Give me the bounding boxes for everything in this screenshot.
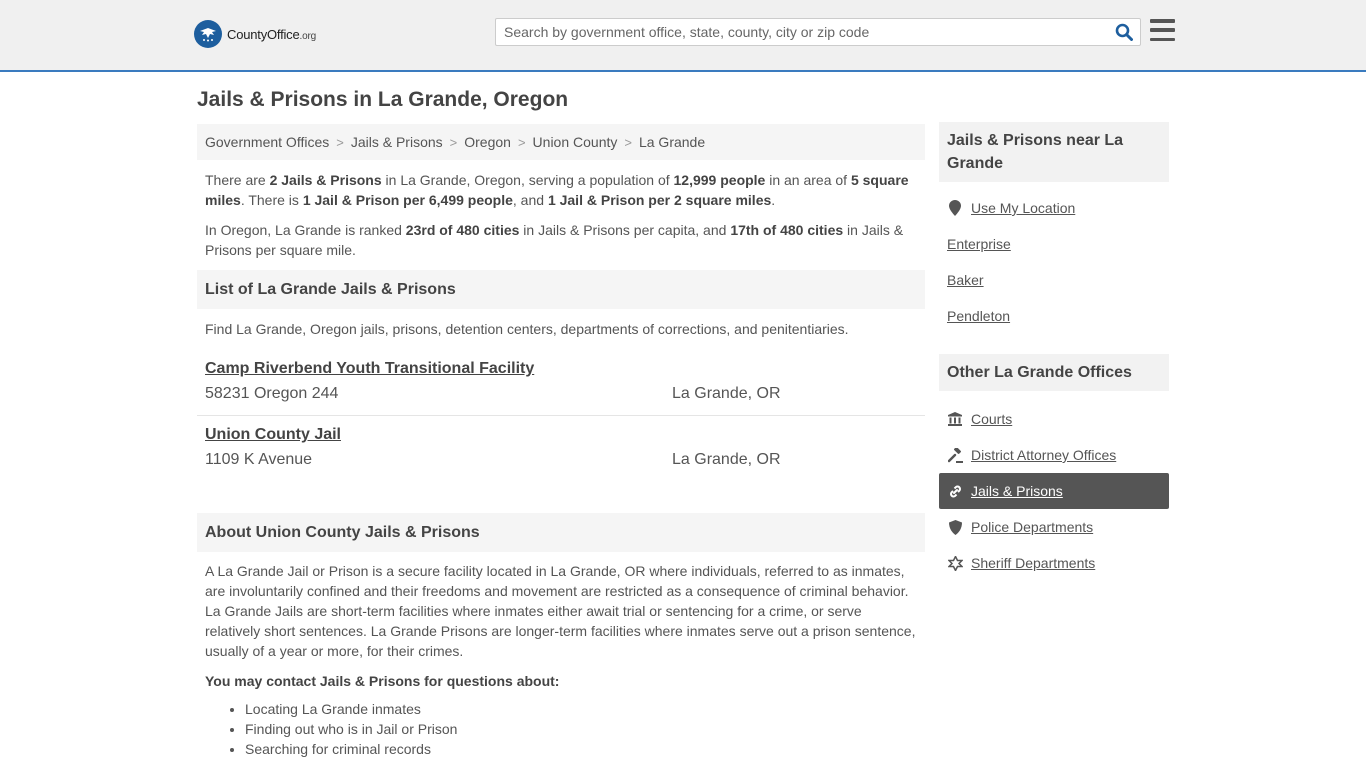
other-offices-list: Courts District Attorney Offices Jails & P…	[939, 401, 1169, 581]
facility-name-link[interactable]: Union County Jail	[205, 426, 341, 444]
shield-icon	[947, 519, 963, 535]
search-icon[interactable]	[1108, 19, 1140, 45]
link-icon	[947, 484, 963, 499]
office-link-sheriff-departments[interactable]: Sheriff Departments	[939, 545, 1169, 581]
sidebar-nearby-title: Jails & Prisons near La Grande	[939, 122, 1169, 182]
gavel-icon	[947, 447, 963, 463]
nearby-city-label: Baker	[947, 272, 984, 288]
breadcrumb-link[interactable]: Oregon	[464, 134, 511, 150]
office-link-label: Courts	[971, 411, 1013, 427]
breadcrumb-link[interactable]: Union County	[533, 134, 618, 150]
page-title: Jails & Prisons in La Grande, Oregon	[197, 88, 569, 111]
office-link-label: District Attorney Offices	[971, 447, 1117, 463]
site-header: CountyOffice.org	[0, 0, 1366, 72]
facility-name-link[interactable]: Camp Riverbend Youth Transitional Facili…	[205, 360, 534, 378]
intro-text-segment: , and	[512, 192, 548, 208]
office-link-label: Police Departments	[971, 519, 1094, 535]
nearby-city-label: Enterprise	[947, 236, 1011, 252]
stat-highlight: 17th of 480 cities	[730, 222, 844, 238]
about-section-title: About Union County Jails & Prisons	[197, 513, 925, 552]
breadcrumb-separator: >	[517, 134, 526, 150]
breadcrumb-separator: >	[624, 134, 632, 150]
contact-topic-item: Searching for criminal records	[245, 739, 925, 759]
facility-list-item: Union County Jail 1109 K Avenue La Grande,…	[197, 415, 925, 480]
intro-paragraph-ranking: In Oregon, La Grande is ranked 23rd of 4…	[205, 220, 917, 260]
facility-list: Camp Riverbend Youth Transitional Facili…	[197, 350, 925, 480]
list-section-title: List of La Grande Jails & Prisons	[197, 270, 925, 309]
office-link-police-departments[interactable]: Police Departments	[939, 509, 1169, 545]
nearby-city-label: Pendleton	[947, 308, 1011, 324]
office-link-jails-prisons[interactable]: Jails & Prisons	[939, 473, 1169, 509]
office-link-courts[interactable]: Courts	[939, 401, 1169, 437]
main-content: Government Offices > Jails & Prisons > Orego…	[197, 124, 925, 759]
nearby-cities-list: Enterprise Baker Pendleton	[939, 226, 1169, 334]
stat-highlight: 2 Jails & Prisons	[269, 172, 382, 188]
contact-topic-item: Finding out who is in Jail or Prison	[245, 719, 925, 739]
hamburger-menu-icon[interactable]	[1150, 19, 1175, 41]
office-link-label: Jails & Prisons	[971, 483, 1063, 499]
stat-highlight: 1 Jail & Prison per 6,499 people	[302, 192, 513, 208]
search-bar	[495, 18, 1141, 46]
intro-text-segment: There are	[205, 172, 270, 188]
logo-eagle-icon	[194, 20, 222, 48]
contact-heading: You may contact Jails & Prisons for ques…	[205, 673, 560, 689]
breadcrumb-separator: >	[336, 134, 344, 150]
logo-text: CountyOffice.org	[227, 26, 316, 42]
star-icon	[947, 555, 963, 571]
intro-text-segment: .	[771, 192, 776, 208]
nearby-city-link[interactable]: Enterprise	[939, 226, 1169, 262]
facility-list-item: Camp Riverbend Youth Transitional Facili…	[197, 350, 925, 415]
breadcrumb: Government Offices > Jails & Prisons > Orego…	[197, 124, 925, 160]
breadcrumb-link: La Grande	[638, 134, 706, 150]
stat-highlight: 1 Jail & Prison per 2 square miles	[547, 192, 772, 208]
sidebar: Jails & Prisons near La Grande Use My Lo…	[939, 122, 1169, 581]
about-text: A La Grande Jail or Prison is a secure f…	[205, 563, 916, 659]
map-pin-icon	[947, 200, 963, 216]
stat-highlight: 23rd of 480 cities	[405, 222, 520, 238]
breadcrumb-separator: >	[449, 134, 458, 150]
search-input[interactable]	[496, 19, 1108, 45]
facility-city: La Grande, OR	[672, 385, 781, 402]
office-link-district-attorney-offices[interactable]: District Attorney Offices	[939, 437, 1169, 473]
intro-text-segment: . There is	[240, 192, 303, 208]
intro-text-segment: in La Grande, Oregon, serving a populati…	[381, 172, 674, 188]
facility-city: La Grande, OR	[672, 451, 781, 468]
list-description: Find La Grande, Oregon jails, prisons, d…	[205, 321, 849, 337]
use-my-location-link[interactable]: Use My Location	[939, 190, 1169, 226]
nearby-city-link[interactable]: Baker	[939, 262, 1169, 298]
intro-text: There are 2 Jails & Prisons in La Grande…	[197, 160, 925, 260]
intro-text-segment: in an area of	[765, 172, 851, 188]
intro-text-segment: in Jails & Prisons per capita, and	[519, 222, 731, 238]
facility-address: 58231 Oregon 244	[205, 385, 339, 402]
facility-address: 1109 K Avenue	[205, 451, 313, 468]
intro-paragraph-stats: There are 2 Jails & Prisons in La Grande…	[205, 170, 917, 210]
courthouse-icon	[947, 412, 963, 426]
contact-topics-list: Locating La Grande inmatesFinding out wh…	[197, 691, 925, 759]
stat-highlight: 12,999 people	[673, 172, 766, 188]
contact-topic-item: Locating La Grande inmates	[245, 699, 925, 719]
intro-text-segment: In Oregon, La Grande is ranked	[205, 222, 406, 238]
site-logo[interactable]: CountyOffice.org	[194, 20, 316, 48]
office-link-label: Sheriff Departments	[971, 555, 1096, 571]
sidebar-other-offices-title: Other La Grande Offices	[939, 354, 1169, 391]
breadcrumb-link[interactable]: Jails & Prisons	[351, 134, 443, 150]
nearby-city-link[interactable]: Pendleton	[939, 298, 1169, 334]
breadcrumb-link[interactable]: Government Offices	[205, 134, 329, 150]
